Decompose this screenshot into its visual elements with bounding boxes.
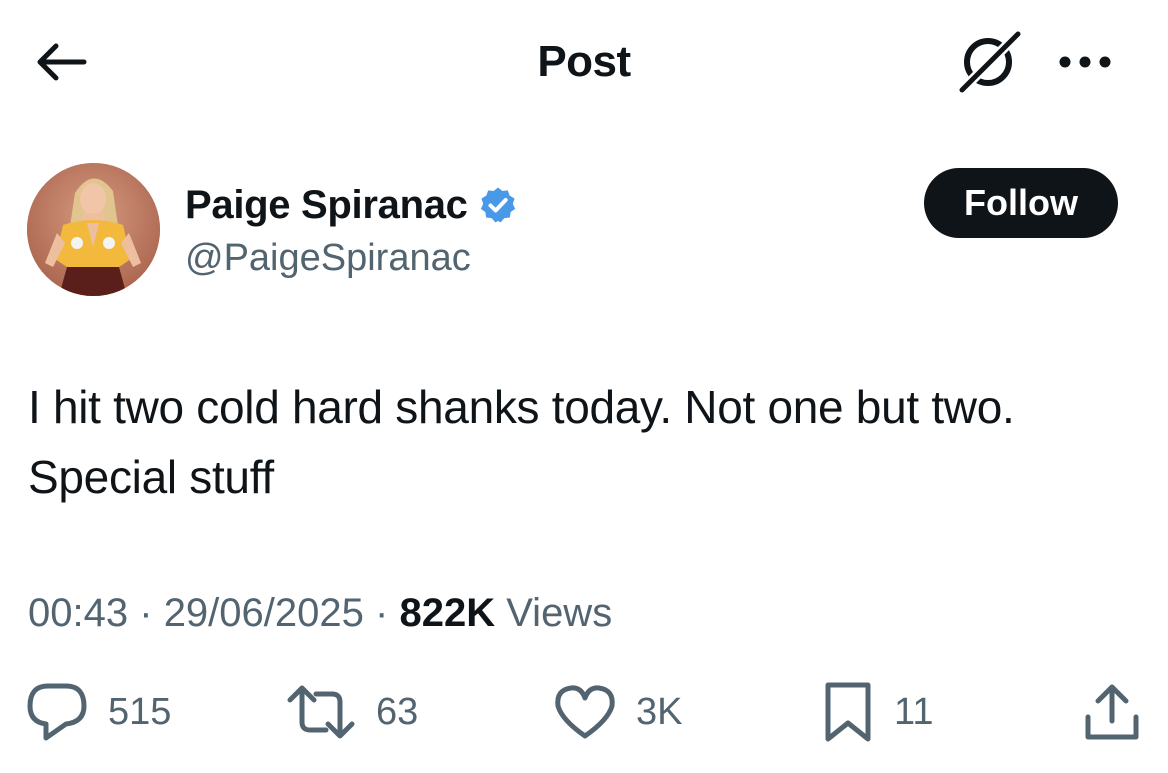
follow-button[interactable]: Follow	[924, 168, 1118, 238]
avatar-image	[27, 163, 160, 296]
author-name-row: Paige Spiranac	[185, 180, 518, 230]
more-dots-icon	[1059, 56, 1111, 68]
avatar[interactable]	[27, 163, 160, 296]
meta-separator: ·	[139, 591, 153, 635]
like-count: 3K	[636, 691, 683, 733]
post-text: I hit two cold hard shanks today. Not on…	[28, 381, 1015, 503]
repost-icon	[287, 685, 355, 739]
author-name[interactable]: Paige Spiranac	[185, 180, 468, 230]
reply-count: 515	[108, 691, 172, 733]
bookmark-icon	[825, 682, 871, 742]
post-meta: 00:43 · 29/06/2025 · 822K Views	[28, 588, 612, 638]
reply-button[interactable]: 515	[26, 680, 171, 744]
author-handle[interactable]: @PaigeSpiranac	[185, 235, 471, 281]
post-date[interactable]: 29/06/2025	[164, 591, 364, 635]
heart-icon	[555, 685, 615, 739]
share-button[interactable]	[1082, 680, 1142, 744]
like-button[interactable]: 3K	[554, 680, 682, 744]
share-icon	[1085, 684, 1139, 740]
grok-icon	[957, 29, 1023, 94]
verified-badge-icon	[478, 185, 518, 225]
post-time[interactable]: 00:43	[28, 591, 128, 635]
repost-button[interactable]: 63	[286, 680, 418, 744]
bookmark-count: 11	[894, 691, 934, 733]
meta-separator: ·	[375, 591, 389, 635]
grok-button[interactable]	[950, 28, 1030, 94]
views-label: Views	[506, 591, 613, 635]
reply-icon	[27, 683, 87, 741]
repost-count: 63	[376, 691, 419, 733]
bookmark-button[interactable]: 11	[822, 680, 933, 744]
more-options-button[interactable]	[1050, 40, 1120, 84]
views-count[interactable]: 822K	[399, 591, 495, 635]
